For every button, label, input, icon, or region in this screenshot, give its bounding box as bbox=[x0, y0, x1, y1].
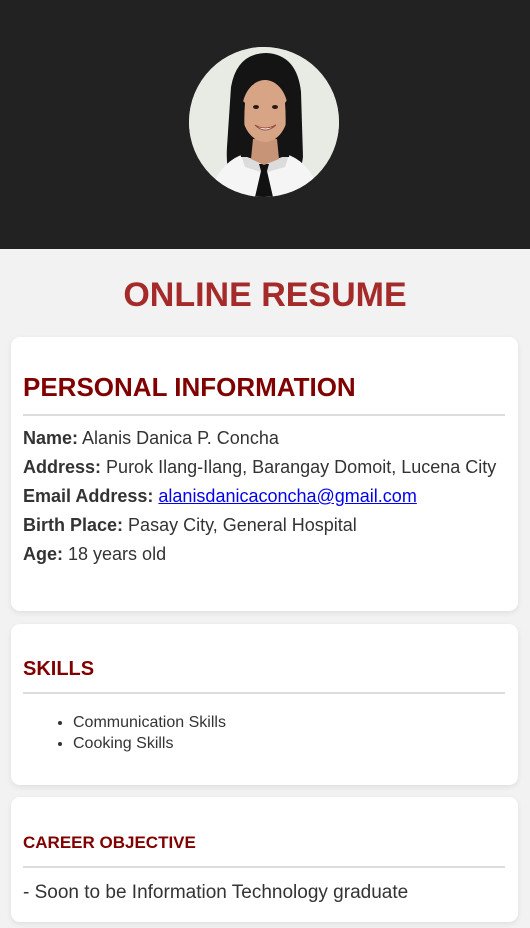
list-item: Cooking Skills bbox=[73, 733, 505, 754]
personal-information-heading: PERSONAL INFORMATION bbox=[23, 337, 505, 416]
info-row-name: Name: Alanis Danica P. Concha bbox=[23, 428, 505, 449]
address-value: Purok Ilang-Ilang, Barangay Domoit, Luce… bbox=[106, 457, 497, 477]
name-value: Alanis Danica P. Concha bbox=[82, 428, 279, 448]
info-row-birth-place: Birth Place: Pasay City, General Hospita… bbox=[23, 515, 505, 536]
info-row-age: Age: 18 years old bbox=[23, 544, 505, 565]
page-title: ONLINE RESUME bbox=[123, 276, 407, 314]
skills-heading: SKILLS bbox=[23, 624, 505, 694]
email-label: Email Address: bbox=[23, 486, 154, 506]
email-link[interactable]: alanisdanicaconcha@gmail.com bbox=[158, 486, 416, 506]
age-value: 18 years old bbox=[68, 544, 167, 564]
profile-photo-icon bbox=[189, 47, 339, 197]
age-label: Age: bbox=[23, 544, 63, 564]
personal-info-list: Name: Alanis Danica P. Concha Address: P… bbox=[23, 416, 505, 565]
header-banner bbox=[0, 0, 530, 249]
career-objective-card: CAREER OBJECTIVE - Soon to be Informatio… bbox=[11, 797, 518, 922]
skills-card: SKILLS Communication Skills Cooking Skil… bbox=[11, 624, 518, 785]
address-label: Address: bbox=[23, 457, 102, 477]
list-item: Communication Skills bbox=[73, 712, 505, 733]
birth-place-label: Birth Place: bbox=[23, 515, 124, 535]
career-objective-heading: CAREER OBJECTIVE bbox=[23, 797, 505, 868]
info-row-email: Email Address: alanisdanicaconcha@gmail.… bbox=[23, 486, 505, 507]
skills-list: Communication Skills Cooking Skills bbox=[23, 694, 505, 754]
birth-place-value: Pasay City, General Hospital bbox=[128, 515, 357, 535]
name-label: Name: bbox=[23, 428, 79, 448]
personal-information-card: PERSONAL INFORMATION Name: Alanis Danica… bbox=[11, 337, 518, 611]
info-row-address: Address: Purok Ilang-Ilang, Barangay Dom… bbox=[23, 457, 505, 478]
career-objective-text: - Soon to be Information Technology grad… bbox=[23, 882, 409, 903]
